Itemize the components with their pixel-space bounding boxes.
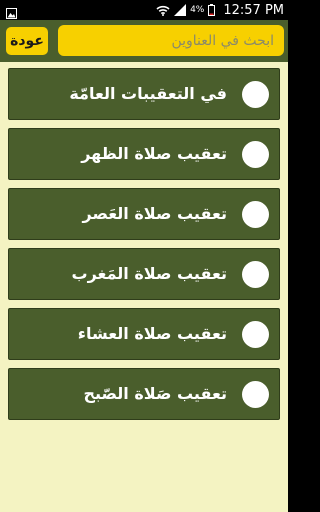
battery-percent: 4% <box>190 5 205 15</box>
list-item-label: تعقيب صلاة العَصر <box>82 204 227 223</box>
radio-button[interactable] <box>242 81 269 108</box>
radio-button[interactable] <box>242 261 269 288</box>
radio-button[interactable] <box>242 381 269 408</box>
list-item-label: تعقيب صلاة الظهر <box>81 144 227 163</box>
list-item-label: تعقيب صَلاة الصّبح <box>83 384 227 403</box>
app-content: عودة في التعقيبات العامّة تعقيب صلاة الظ… <box>0 20 288 512</box>
list-item[interactable]: في التعقيبات العامّة <box>8 68 280 120</box>
signal-icon <box>174 4 187 16</box>
radio-button[interactable] <box>242 321 269 348</box>
back-button[interactable]: عودة <box>6 27 48 55</box>
radio-button[interactable] <box>242 201 269 228</box>
list-item[interactable]: تعقيب صلاة العشاء <box>8 308 280 360</box>
list-item-label: تعقيب صلاة المَغرب <box>71 264 228 283</box>
list-item-label: تعقيب صلاة العشاء <box>77 324 227 343</box>
top-bar: عودة <box>0 20 288 62</box>
list-item[interactable]: تعقيب صلاة المَغرب <box>8 248 280 300</box>
list-item-label: في التعقيبات العامّة <box>69 84 227 103</box>
list-item[interactable]: تعقيب صلاة العَصر <box>8 188 280 240</box>
status-indicators: 4% 12:57 PM <box>156 0 284 20</box>
battery-icon <box>208 4 216 16</box>
wifi-icon <box>156 5 170 16</box>
list-item[interactable]: تعقيب صَلاة الصّبح <box>8 368 280 420</box>
list-item[interactable]: تعقيب صلاة الظهر <box>8 128 280 180</box>
search-input[interactable] <box>58 25 284 56</box>
radio-button[interactable] <box>242 141 269 168</box>
status-bar: 4% 12:57 PM <box>0 0 288 20</box>
image-notification-icon <box>6 4 17 19</box>
status-clock: 12:57 PM <box>223 2 284 18</box>
